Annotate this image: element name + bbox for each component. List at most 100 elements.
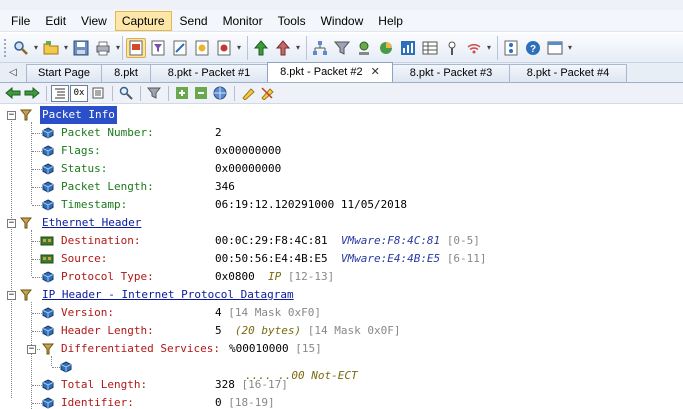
tab-packet-2[interactable]: 8.pkt - Packet #2 ✕ <box>267 62 393 82</box>
network-globe-icon[interactable] <box>211 85 229 102</box>
field-value: %00010000 [15] <box>229 340 322 358</box>
send-packet-icon[interactable] <box>251 38 271 58</box>
menu-send[interactable]: Send <box>173 11 215 31</box>
close-tab-icon[interactable]: ✕ <box>371 66 380 78</box>
statistics-icon[interactable] <box>398 38 418 58</box>
wireless-icon[interactable] <box>464 38 484 58</box>
field-name: Total Length: <box>61 378 148 391</box>
search-icon[interactable] <box>11 38 31 58</box>
map-pin-icon[interactable] <box>354 38 374 58</box>
filter-funnel-icon[interactable] <box>332 38 352 58</box>
field-cube-icon <box>42 397 54 409</box>
menu-file[interactable]: File <box>4 11 37 31</box>
text-view-icon[interactable] <box>89 85 107 102</box>
toolbar-overflow-icon[interactable]: ▾ <box>114 43 122 52</box>
toolbar-separator <box>140 85 141 101</box>
save-icon[interactable] <box>71 38 91 58</box>
menu-edit[interactable]: Edit <box>38 11 73 31</box>
field-cube-icon <box>42 199 54 211</box>
dropdown-arrow-icon[interactable]: ▾ <box>62 43 70 52</box>
tree-line <box>32 205 42 206</box>
menu-capture[interactable]: Capture <box>114 10 172 31</box>
menu-monitor[interactable]: Monitor <box>216 11 270 31</box>
collapse-toggle-icon[interactable]: − <box>7 111 16 120</box>
help-icon[interactable]: ? <box>523 38 543 58</box>
window-icon[interactable] <box>545 38 565 58</box>
back-arrow-icon[interactable] <box>4 85 22 102</box>
send-selected-icon[interactable] <box>273 38 293 58</box>
collapse-toggle-icon[interactable]: − <box>7 291 16 300</box>
open-folder-icon[interactable] <box>41 38 61 58</box>
toolbar-overflow-icon[interactable]: ▾ <box>294 43 302 52</box>
collapse-all-icon[interactable] <box>192 85 210 102</box>
tree-node-ip-header[interactable]: − IP Header - Internet Protocol Datagram <box>0 286 683 304</box>
tree-row[interactable]: Version: 4 [14 Mask 0xF0] <box>0 304 683 322</box>
expand-all-icon[interactable] <box>173 85 191 102</box>
tree-line <box>32 169 42 170</box>
byte-range: [18-19] <box>228 396 275 409</box>
field-cube-icon <box>42 145 54 157</box>
field-name: Version: <box>61 306 114 319</box>
tree-node-ethernet-header[interactable]: − Ethernet Header <box>0 214 683 232</box>
table-icon[interactable] <box>420 38 440 58</box>
menu-tools[interactable]: Tools <box>271 11 313 31</box>
print-icon[interactable] <box>93 38 113 58</box>
network-tree-icon[interactable] <box>310 38 330 58</box>
tab-scroll-left-icon[interactable]: ◁ <box>0 63 26 82</box>
toolbar-overflow-icon[interactable]: ▾ <box>566 43 574 52</box>
tree-row[interactable]: Protocol Type: 0x0800 IP [12-13] <box>0 268 683 286</box>
alarm-doc-icon[interactable] <box>192 38 212 58</box>
options-icon[interactable] <box>501 38 521 58</box>
tab-8pkt[interactable]: 8.pkt <box>101 64 151 82</box>
toolbar-grip[interactable] <box>4 38 8 57</box>
toolbar-separator <box>46 85 47 101</box>
main-toolbar: ▾ ▾ ▾ ▾ ▾ ▾ ? ▾ <box>0 33 683 63</box>
menu-view[interactable]: View <box>74 11 114 31</box>
clear-highlight-icon[interactable] <box>258 85 276 102</box>
find-icon[interactable] <box>117 85 135 102</box>
stop-doc-icon[interactable] <box>214 38 234 58</box>
menu-bar: File Edit View Capture Send Monitor Tool… <box>0 10 683 32</box>
menu-window[interactable]: Window <box>314 11 371 31</box>
pie-chart-icon[interactable] <box>376 38 396 58</box>
filter-doc-icon[interactable] <box>148 38 168 58</box>
tree-line <box>32 133 42 134</box>
dropdown-arrow-icon[interactable]: ▾ <box>32 43 40 52</box>
byte-range: [12-13] <box>287 270 335 283</box>
tree-row[interactable]: Header Length: 5 (20 bytes) [14 Mask 0x0… <box>0 322 683 340</box>
tree-row[interactable]: Total Length: 328 [16-17] <box>0 376 683 394</box>
tree-row[interactable]: Packet Number: 2 <box>0 124 683 142</box>
tab-packet-1[interactable]: 8.pkt - Packet #1 <box>150 64 268 82</box>
network-card-icon <box>40 236 54 246</box>
field-cube-icon <box>42 379 54 391</box>
menu-help[interactable]: Help <box>371 11 410 31</box>
toolbar-overflow-icon[interactable]: ▾ <box>235 43 243 52</box>
collapse-toggle-icon[interactable]: − <box>27 345 36 354</box>
tree-node-packet-info[interactable]: − Packet Info <box>0 106 683 124</box>
packet-capture-icon[interactable] <box>126 37 146 58</box>
tab-start-page[interactable]: Start Page <box>26 64 102 82</box>
field-raw-value: %00010000 <box>229 342 289 355</box>
tree-row[interactable]: Source: 00:50:56:E4:4B:E5 VMware:E4:4B:E… <box>0 250 683 268</box>
tree-row[interactable]: .... ..00 Not-ECT <box>0 358 683 382</box>
highlight-icon[interactable] <box>239 85 257 102</box>
forward-arrow-icon[interactable] <box>23 85 41 102</box>
toolbar-overflow-icon[interactable]: ▾ <box>485 43 493 52</box>
hex-view-button[interactable]: 0x <box>70 84 88 102</box>
edit-doc-icon[interactable] <box>170 38 190 58</box>
tree-row[interactable]: Flags: 0x00000000 <box>0 142 683 160</box>
field-value: 2 <box>215 126 222 139</box>
collapse-toggle-icon[interactable]: − <box>7 219 16 228</box>
tree-row[interactable]: Timestamp: 06:19:12.120291000 11/05/2018 <box>0 196 683 214</box>
tab-packet-4[interactable]: 8.pkt - Packet #4 <box>509 64 627 82</box>
tree-row[interactable]: Destination: 00:0C:29:F8:4C:81 VMware:F8… <box>0 232 683 250</box>
probe-icon[interactable] <box>442 38 462 58</box>
tree-row[interactable]: Status: 0x00000000 <box>0 160 683 178</box>
tab-packet-3[interactable]: 8.pkt - Packet #3 <box>392 64 510 82</box>
tree-row[interactable]: Packet Length: 346 <box>0 178 683 196</box>
field-value: 4 [14 Mask 0xF0] <box>215 304 321 322</box>
tree-node-diff-services[interactable]: − Differentiated Services: %00010000 [15… <box>0 340 683 358</box>
decode-view-icon[interactable] <box>51 84 69 102</box>
tree-row[interactable]: Identifier: 0 [18-19] <box>0 394 683 409</box>
filter-funnel-icon[interactable] <box>145 85 163 102</box>
